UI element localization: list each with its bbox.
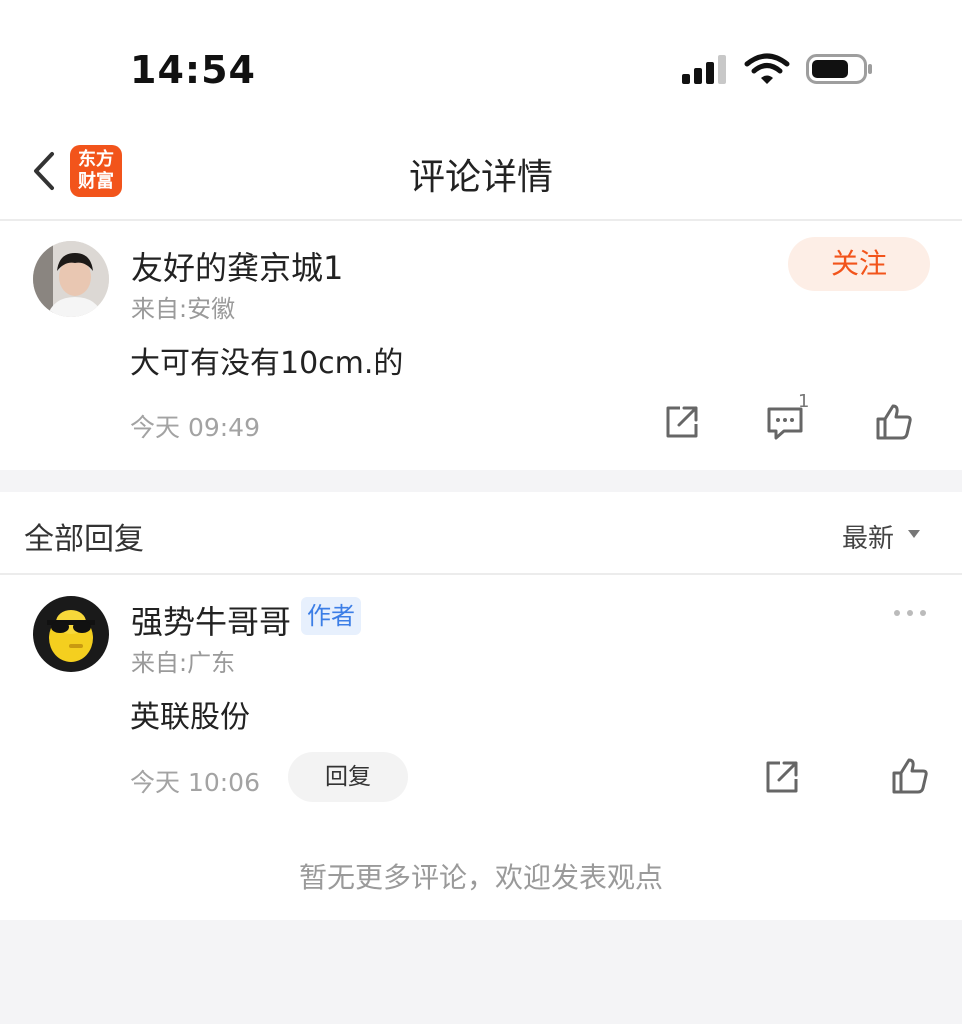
thumbs-up-icon[interactable] <box>875 403 913 441</box>
reply-location: 来自:广东 <box>131 649 236 677</box>
reply-avatar[interactable] <box>33 596 109 672</box>
commenter-name[interactable]: 友好的龚京城1 <box>131 243 343 289</box>
replies-header <box>0 492 962 573</box>
share-icon[interactable] <box>664 404 700 440</box>
cellular-signal-icon <box>682 54 730 84</box>
no-more-comments-message: 暂无更多评论，欢迎发表观点 <box>298 861 663 894</box>
reply-button[interactable]: 回复 <box>288 752 408 802</box>
status-time: 14:54 <box>130 48 256 92</box>
sort-label: 最新 <box>842 524 895 554</box>
battery-icon <box>806 54 874 84</box>
comment-time: 今天 09:49 <box>130 413 260 442</box>
replies-section-title: 全部回复 <box>24 522 144 557</box>
comment-detail-page: 14:54 东方 财富 评论详情 友好的龚京城1 来自:安徽 关注 大可有没有1… <box>0 0 962 1024</box>
more-options-icon[interactable] <box>892 606 928 620</box>
wifi-icon <box>744 52 790 86</box>
commenter-location: 来自:安徽 <box>131 295 236 323</box>
avatar[interactable] <box>33 241 109 317</box>
comment-count: 1 <box>798 391 810 412</box>
caret-down-icon[interactable] <box>907 529 921 539</box>
comment-text: 大可有没有10cm.的 <box>130 346 404 381</box>
reply-time: 今天 10:06 <box>130 768 260 797</box>
reply-text: 英联股份 <box>130 700 250 735</box>
reply-thumbs-up-icon[interactable] <box>891 757 929 795</box>
page-title: 评论详情 <box>408 157 553 198</box>
follow-button[interactable]: 关注 <box>788 237 930 291</box>
sort-dropdown[interactable]: 最新 <box>842 518 894 555</box>
reply-share-icon[interactable] <box>764 759 800 795</box>
reply-user-name[interactable]: 强势牛哥哥 <box>131 597 291 643</box>
author-badge: 作者 <box>301 597 361 635</box>
